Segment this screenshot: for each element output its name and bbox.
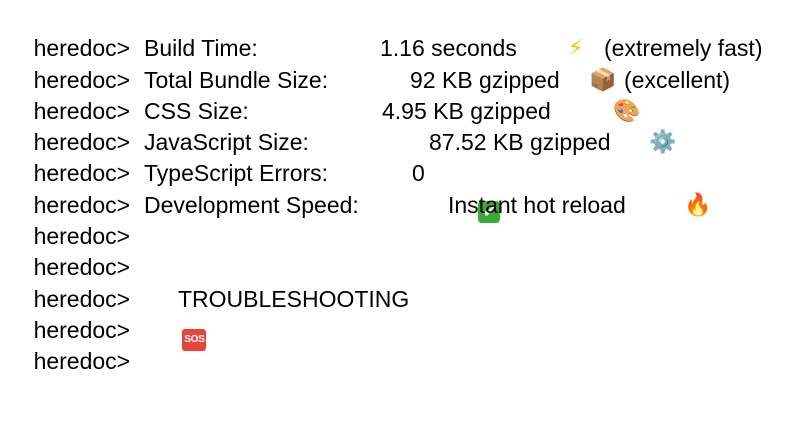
terminal-line: heredoc> (8, 221, 808, 280)
terminal-line: heredoc> Total Bundle Size: 92 KB gzippe… (8, 65, 808, 124)
metric-value: Instant hot reload (448, 191, 626, 218)
metric-value: 4.95 KB gzipped (382, 97, 551, 124)
terminal-line: heredoc> (8, 315, 808, 374)
package-icon: 📦 (589, 67, 617, 93)
metric-value: 92 KB gzipped (410, 66, 560, 93)
gear-icon: ⚙️ (649, 130, 677, 156)
terminal-line: heredoc> Development Speed: Instant hot … (8, 190, 808, 249)
terminal-line: heredoc> TypeScript Errors: 0 ✔ (8, 158, 808, 223)
terminal-line: heredoc> JavaScript Size: 87.52 KB gzipp… (8, 127, 808, 186)
metric-label: JavaScript Size: (144, 129, 309, 156)
terminal-line: heredoc> Build Time: 1.16 seconds ⚡ (ext… (8, 33, 808, 92)
heredoc-prompt: heredoc> (33, 348, 131, 375)
metric-note: (excellent) (624, 66, 731, 93)
palette-icon: 🎨 (613, 98, 641, 124)
metric-label: Development Speed: (144, 191, 359, 218)
metric-label: Build Time: (144, 35, 258, 62)
section-heading: TROUBLESHOOTING (178, 285, 410, 312)
terminal-line: heredoc> (8, 252, 808, 312)
terminal-line: heredoc> CSS Size: 4.95 KB gzipped 🎨 (8, 96, 808, 155)
metric-label: TypeScript Errors: (144, 160, 329, 187)
metric-value: 1.16 seconds (380, 35, 517, 62)
fire-icon: 🔥 (684, 192, 712, 218)
metric-label: CSS Size: (144, 97, 249, 124)
metric-value: 0 (412, 160, 425, 187)
metric-value: 87.52 KB gzipped (429, 129, 611, 156)
lightning-icon: ⚡ (568, 36, 584, 62)
metric-label: Total Bundle Size: (144, 66, 329, 93)
metric-note: (extremely fast) (604, 35, 763, 62)
terminal-line: heredoc> SOS TROUBLESHOOTING (8, 284, 808, 351)
terminal-output: heredoc> heredoc> Build Time: 1.16 secon… (8, 2, 808, 419)
terminal-line: heredoc> (8, 2, 808, 61)
